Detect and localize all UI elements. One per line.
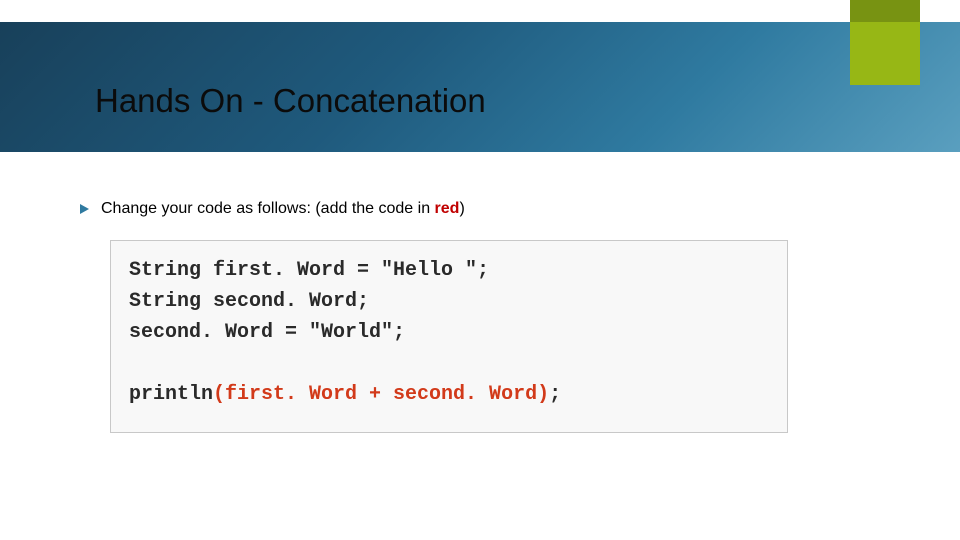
code-line-5-before: println [129, 383, 213, 406]
chevron-right-icon [80, 204, 89, 214]
bullet-red-word: red [435, 200, 460, 217]
bullet-text: Change your code as follows: (add the co… [101, 200, 465, 218]
code-box: String first. Word = "Hello "; String se… [110, 240, 788, 433]
code-line-5-after: ; [549, 383, 561, 406]
code-line-3: second. Word = "World"; [129, 321, 405, 344]
code-line-1: String first. Word = "Hello "; [129, 259, 489, 282]
body-content: Change your code as follows: (add the co… [80, 200, 900, 433]
bullet-text-after: ) [459, 200, 464, 217]
code-line-5-red: (first. Word + second. Word) [213, 383, 549, 406]
slide-title: Hands On - Concatenation [95, 82, 486, 120]
slide: Hands On - Concatenation Change your cod… [0, 0, 960, 540]
bullet-text-before: Change your code as follows: (add the co… [101, 200, 435, 217]
bullet-item: Change your code as follows: (add the co… [80, 200, 900, 218]
accent-tab [850, 0, 920, 85]
code-line-2: String second. Word; [129, 290, 369, 313]
